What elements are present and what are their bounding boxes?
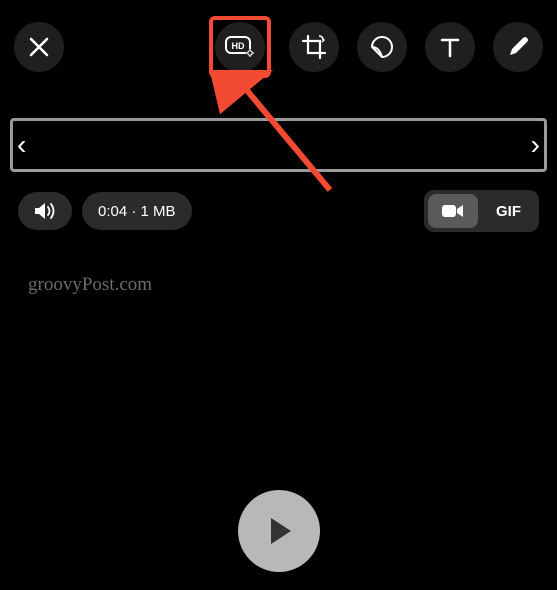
draw-button[interactable]: [493, 22, 543, 72]
text-icon: [439, 36, 461, 58]
sticker-icon: [369, 34, 395, 60]
gif-segment[interactable]: GIF: [482, 194, 535, 228]
hd-highlight-annotation: HD: [209, 16, 271, 78]
svg-text:HD: HD: [232, 41, 245, 51]
duration-size-label: 0:04 · 1 MB: [82, 192, 192, 230]
video-trim-bar[interactable]: ‹ ›: [10, 118, 547, 172]
video-segment[interactable]: [428, 194, 478, 228]
hd-icon: HD: [225, 36, 255, 58]
video-gif-toggle[interactable]: GIF: [424, 190, 539, 232]
sound-on-icon: [34, 202, 56, 220]
close-icon: [29, 37, 49, 57]
sticker-button[interactable]: [357, 22, 407, 72]
sound-toggle-button[interactable]: [18, 192, 72, 230]
crop-rotate-icon: [301, 34, 327, 60]
text-button[interactable]: [425, 22, 475, 72]
play-button[interactable]: [238, 490, 320, 572]
pencil-icon: [506, 35, 530, 59]
hd-quality-button[interactable]: HD: [215, 22, 265, 72]
trim-handle-right[interactable]: ›: [531, 131, 540, 159]
close-button[interactable]: [14, 22, 64, 72]
trim-handle-left[interactable]: ‹: [17, 131, 26, 159]
crop-rotate-button[interactable]: [289, 22, 339, 72]
video-icon: [442, 204, 464, 218]
play-icon: [262, 514, 296, 548]
watermark-text: groovyPost.com: [28, 274, 557, 296]
